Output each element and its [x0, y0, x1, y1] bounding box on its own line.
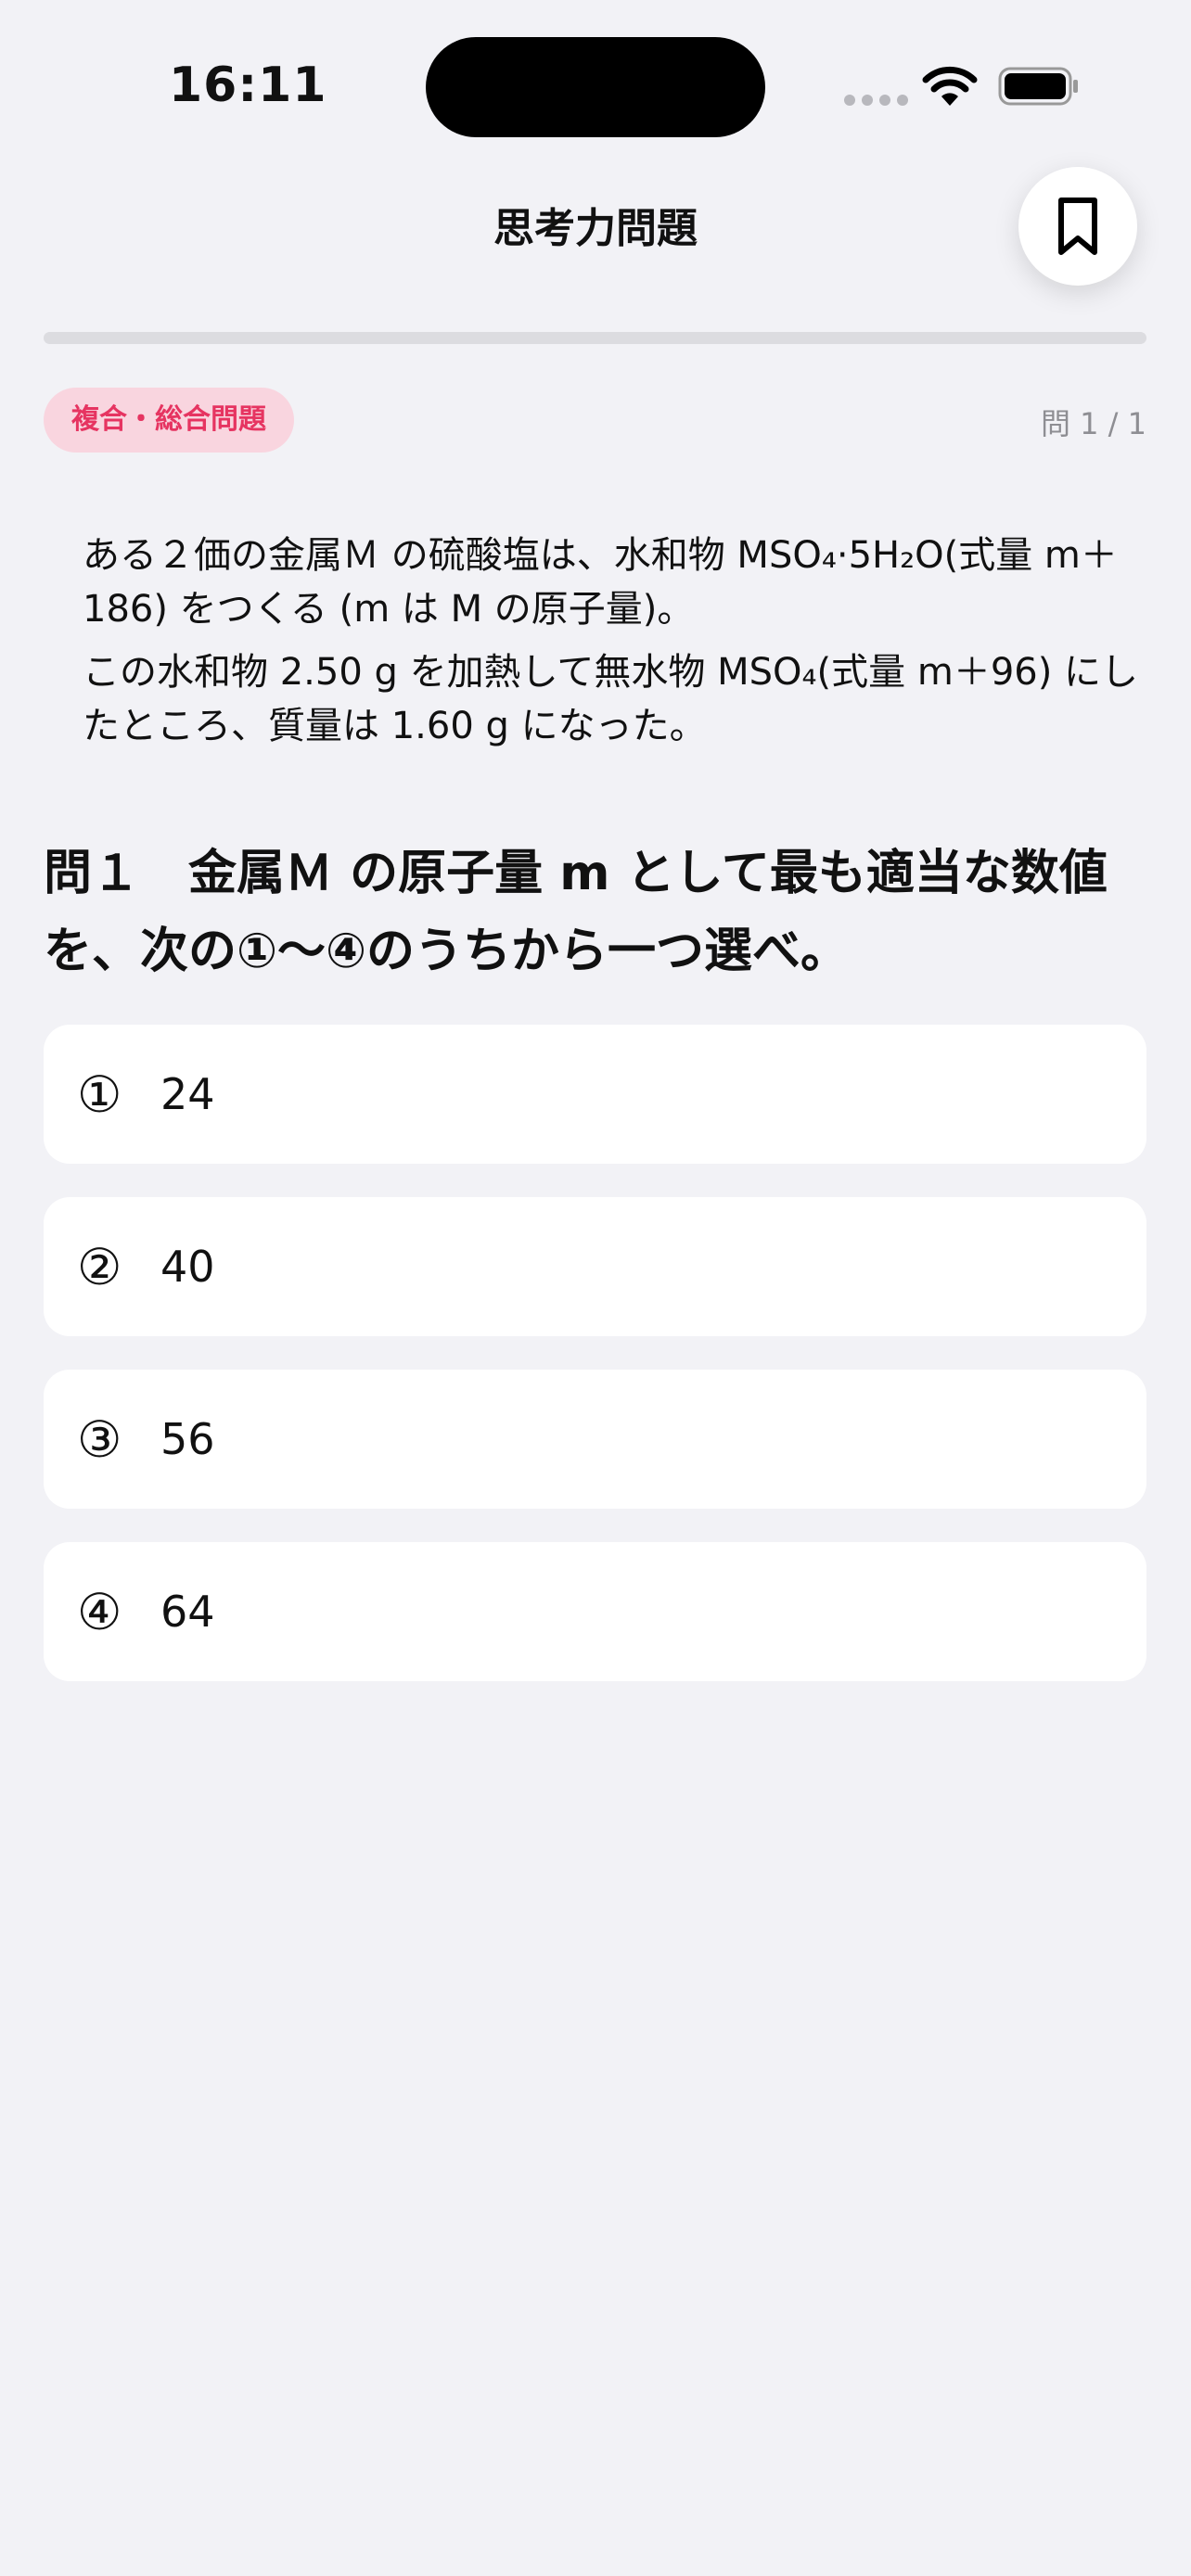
choice-option-3[interactable]: ③ 56: [44, 1370, 1146, 1509]
bookmark-icon: [1058, 198, 1097, 255]
choice-number: ①: [77, 1065, 122, 1124]
choice-list: ① 24 ② 40 ③ 56 ④ 64: [44, 1025, 1146, 1715]
choice-value: 56: [160, 1414, 215, 1464]
battery-icon: [998, 67, 1078, 106]
choice-value: 64: [160, 1587, 215, 1637]
choice-option-2[interactable]: ② 40: [44, 1197, 1146, 1336]
passage-paragraph: ある２価の金属Ｍ の硫酸塩は、水和物 MSO₄·5H₂O(式量 m＋186) を…: [83, 534, 1118, 631]
choice-value: 40: [160, 1242, 215, 1292]
choice-number: ②: [77, 1237, 122, 1296]
problem-passage: ある２価の金属Ｍ の硫酸塩は、水和物 MSO₄·5H₂O(式量 m＋186) を…: [83, 529, 1159, 762]
status-time: 16:11: [169, 57, 327, 113]
category-badge: 複合・総合問題: [44, 388, 294, 453]
bookmark-button[interactable]: [1018, 167, 1137, 286]
page-title: 思考力問題: [493, 205, 698, 252]
wifi-icon: [922, 66, 978, 106]
status-bar: 16:11: [0, 0, 1191, 176]
dynamic-island: [426, 37, 765, 137]
choice-value: 24: [160, 1069, 215, 1119]
choice-option-1[interactable]: ① 24: [44, 1025, 1146, 1164]
passage-paragraph: この水和物 2.50 g を加熱して無水物 MSO₄(式量 m＋96) にしたと…: [83, 651, 1139, 747]
progress-bar: [44, 332, 1146, 344]
choice-number: ④: [77, 1582, 122, 1641]
choice-number: ③: [77, 1409, 122, 1469]
cellular-signal-icon: [844, 95, 908, 106]
question-text: 問１ 金属Ｍ の原子量 m として最も適当な数値を、次の①〜④のうちから一つ選べ…: [44, 846, 1108, 979]
question-counter: 問 1 / 1: [1040, 406, 1146, 441]
choice-option-4[interactable]: ④ 64: [44, 1542, 1146, 1681]
